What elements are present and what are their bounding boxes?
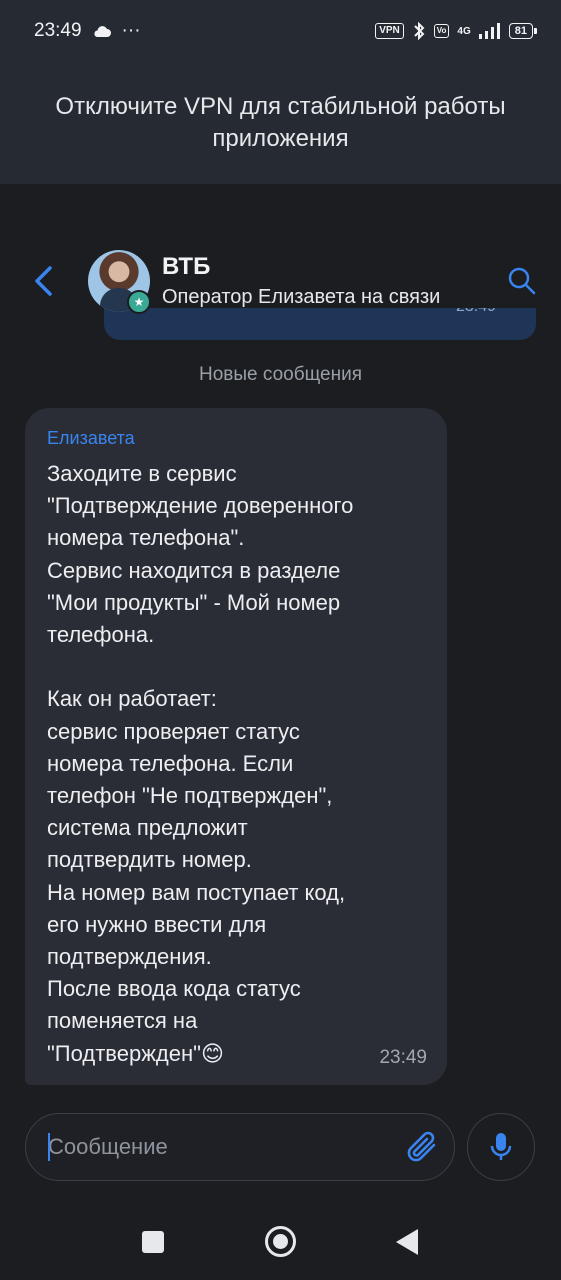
home-icon[interactable] [265,1226,296,1257]
attach-paperclip-icon[interactable] [404,1129,442,1167]
vpn-indicator: VPN [375,23,404,39]
status-time: 23:49 [34,20,82,41]
new-messages-divider: Новые сообщения [199,364,362,385]
recent-apps-icon[interactable] [142,1231,164,1253]
message-text: Заходите в сервис "Подтверждение доверен… [47,461,354,1066]
chat-title[interactable]: ВТБ [162,253,210,281]
microphone-icon [490,1133,512,1160]
message-input[interactable] [48,1114,388,1180]
volte-icon: Vo [433,24,450,38]
vpn-warning-banner: Отключите VPN для стабильной работы прил… [0,62,561,184]
network-type: 4G [457,25,471,37]
system-back-icon[interactable] [396,1229,418,1255]
message-time: 23:49 [379,1047,427,1068]
back-arrow-icon[interactable] [28,264,62,298]
star-badge-icon: ★ [127,290,151,314]
chat-subtitle: Оператор Елизавета на связи [162,286,441,308]
more-notifications-icon: ··· [121,20,141,41]
chat-header: ★ ВТБ Оператор Елизавета на связи [0,248,561,314]
battery-indicator: 81 [508,23,538,39]
vpn-warning-text: Отключите VPN для стабильной работы прил… [55,93,506,152]
message-sender: Елизавета [47,428,135,448]
status-bar: 23:49 ··· VPN Vo 4G 81 [0,0,561,62]
chat-area: 23:49 ★ ВТБ Оператор Елизавета на связи … [0,184,561,1280]
voice-message-button[interactable] [467,1113,535,1181]
cloud-icon [94,26,111,37]
bluetooth-icon [414,21,425,41]
text-cursor [48,1133,50,1161]
system-navigation-bar [0,1204,561,1280]
message-input-container [25,1113,455,1181]
message-bubble[interactable]: Елизавета Заходите в сервис "Подтвержден… [25,408,447,1085]
signal-icon [478,23,500,39]
search-icon[interactable] [507,266,537,296]
